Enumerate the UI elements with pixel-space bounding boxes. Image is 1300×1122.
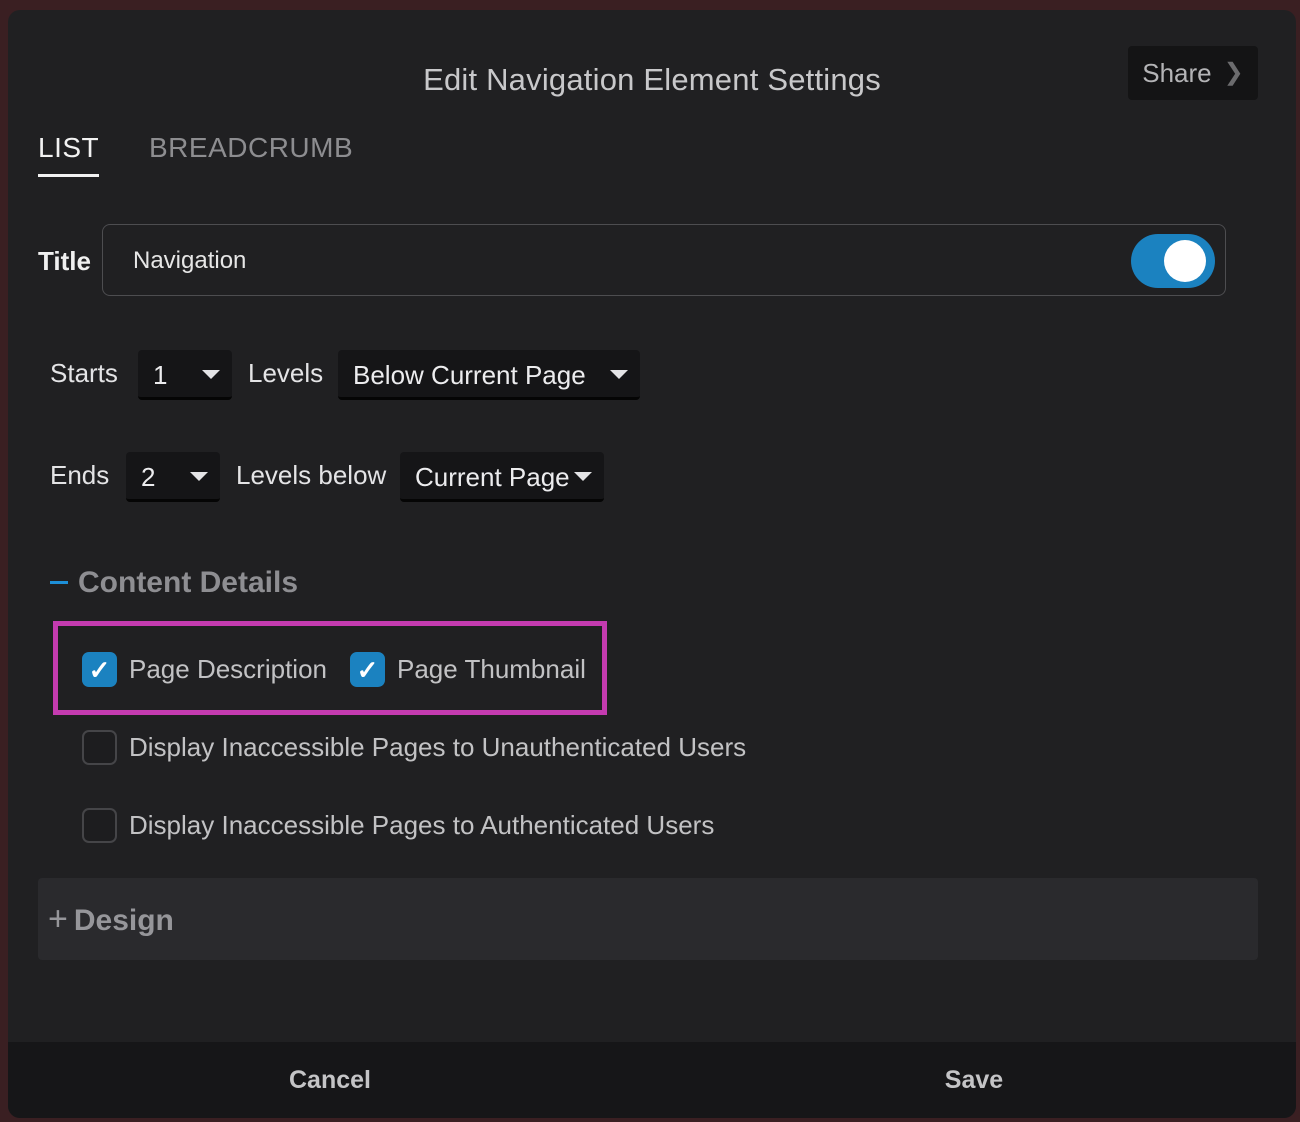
levels-label: Levels <box>248 358 324 388</box>
inaccessible-unauthenticated-option[interactable]: Display Inaccessible Pages to Unauthenti… <box>82 730 746 765</box>
design-heading: Design <box>73 904 174 937</box>
cancel-button[interactable]: Cancel <box>8 1042 652 1118</box>
ends-label: Ends <box>50 460 110 490</box>
title-label: Title <box>38 246 91 276</box>
page-description-option[interactable]: ✓ Page Description <box>82 652 327 687</box>
checkmark-icon: ✓ <box>356 654 379 685</box>
dialog-title: Edit Navigation Element Settings <box>423 62 881 97</box>
starts-level-select[interactable]: 1 <box>138 350 232 400</box>
content-details-toggle[interactable]: Content Details <box>50 566 298 600</box>
tab-list[interactable]: LIST <box>38 132 100 177</box>
page-description-label: Page Description <box>129 654 327 684</box>
starts-relation-value: Below Current Page <box>353 360 586 390</box>
page-thumbnail-checkbox[interactable]: ✓ <box>350 652 385 687</box>
tab-breadcrumb[interactable]: BREADCRUMB <box>149 132 353 164</box>
checkmark-icon: ✓ <box>88 654 111 685</box>
ends-relation-select[interactable]: Current Page <box>400 452 604 502</box>
title-input[interactable] <box>133 247 1033 275</box>
caret-down-icon <box>574 472 592 481</box>
inaccessible-unauthenticated-checkbox[interactable] <box>82 730 117 765</box>
starts-level-value: 1 <box>153 360 168 390</box>
content-details-heading: Content Details <box>78 566 299 599</box>
caret-down-icon <box>610 370 628 379</box>
save-button[interactable]: Save <box>652 1042 1296 1118</box>
ends-level-select[interactable]: 2 <box>126 452 220 502</box>
inaccessible-authenticated-label: Display Inaccessible Pages to Authentica… <box>129 810 715 840</box>
share-button[interactable]: Share ❯ <box>1128 46 1258 100</box>
ends-relation-value: Current Page <box>415 462 570 492</box>
title-field <box>102 224 1226 296</box>
share-label: Share <box>1142 57 1212 88</box>
page-thumbnail-option[interactable]: ✓ Page Thumbnail <box>350 652 586 687</box>
design-section-toggle[interactable]: + Design <box>38 878 1258 960</box>
caret-down-icon <box>190 472 208 481</box>
inaccessible-unauthenticated-label: Display Inaccessible Pages to Unauthenti… <box>129 732 747 762</box>
minus-icon <box>50 580 68 584</box>
toggle-knob <box>1164 240 1206 282</box>
title-visibility-toggle[interactable] <box>1131 234 1215 288</box>
chevron-right-icon: ❯ <box>1223 59 1244 86</box>
levels-below-label: Levels below <box>236 460 387 490</box>
starts-label: Starts <box>50 358 118 388</box>
settings-dialog: Edit Navigation Element Settings Share ❯… <box>8 10 1296 1118</box>
page-thumbnail-label: Page Thumbnail <box>397 654 586 684</box>
inaccessible-authenticated-checkbox[interactable] <box>82 808 117 843</box>
dialog-footer: Cancel Save <box>8 1042 1296 1118</box>
plus-icon: + <box>48 900 68 938</box>
caret-down-icon <box>202 370 220 379</box>
starts-relation-select[interactable]: Below Current Page <box>338 350 640 400</box>
ends-level-value: 2 <box>141 462 156 492</box>
page-description-checkbox[interactable]: ✓ <box>82 652 117 687</box>
inaccessible-authenticated-option[interactable]: Display Inaccessible Pages to Authentica… <box>82 808 714 843</box>
